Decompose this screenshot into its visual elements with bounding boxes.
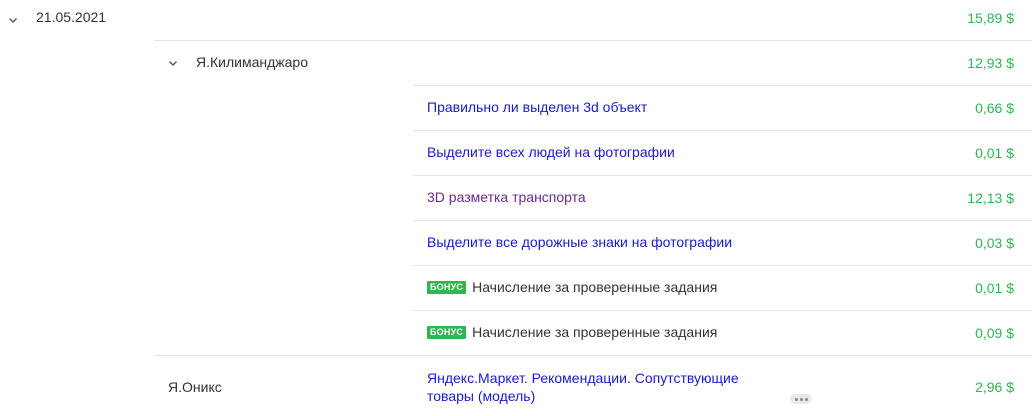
divider — [413, 130, 1032, 131]
more-dots-icon[interactable] — [790, 394, 812, 404]
divider — [413, 175, 1032, 176]
task-title-line: товары (модель) — [427, 388, 536, 404]
project-name: Я.Оникс — [168, 379, 222, 395]
chevron-down-icon[interactable] — [166, 56, 180, 70]
task-link[interactable]: Правильно ли выделен 3d объект — [427, 99, 647, 115]
bonus-badge: БОНУС — [427, 326, 467, 339]
bonus-badge: БОНУС — [427, 281, 467, 294]
task-amount: 0,66 $ — [975, 100, 1014, 116]
divider — [154, 355, 1032, 356]
task-amount: 0,01 $ — [975, 145, 1014, 161]
divider — [154, 40, 1032, 41]
date-label: 21.05.2021 — [36, 9, 107, 25]
task-amount: 2,96 $ — [975, 379, 1014, 395]
divider — [413, 220, 1032, 221]
chevron-down-icon[interactable] — [6, 13, 20, 27]
task-amount: 0,09 $ — [975, 325, 1014, 341]
task-amount: 0,01 $ — [975, 280, 1014, 296]
task-amount: 0,03 $ — [975, 235, 1014, 251]
task-amount: 12,13 $ — [967, 190, 1014, 206]
bonus-title: Начисление за проверенные задания — [472, 324, 718, 340]
project-name: Я.Килиманджаро — [196, 54, 308, 70]
task-link[interactable]: Выделите всех людей на фотографии — [427, 144, 675, 160]
bonus-entry: БОНУС Начисление за проверенные задания — [427, 279, 717, 295]
task-link[interactable]: Выделите все дорожные знаки на фотографи… — [427, 234, 732, 250]
bonus-entry: БОНУС Начисление за проверенные задания — [427, 324, 717, 340]
project-total-amount: 12,93 $ — [967, 55, 1014, 71]
divider — [413, 265, 1032, 266]
task-link[interactable]: 3D разметка транспорта — [427, 189, 586, 205]
divider — [413, 310, 1032, 311]
bonus-title: Начисление за проверенные задания — [472, 279, 718, 295]
task-title-line: Яндекс.Маркет. Рекомендации. Сопутствующ… — [427, 370, 739, 386]
task-link[interactable]: Яндекс.Маркет. Рекомендации. Сопутствующ… — [427, 369, 739, 405]
date-total-amount: 15,89 $ — [967, 10, 1014, 26]
divider — [413, 85, 1032, 86]
